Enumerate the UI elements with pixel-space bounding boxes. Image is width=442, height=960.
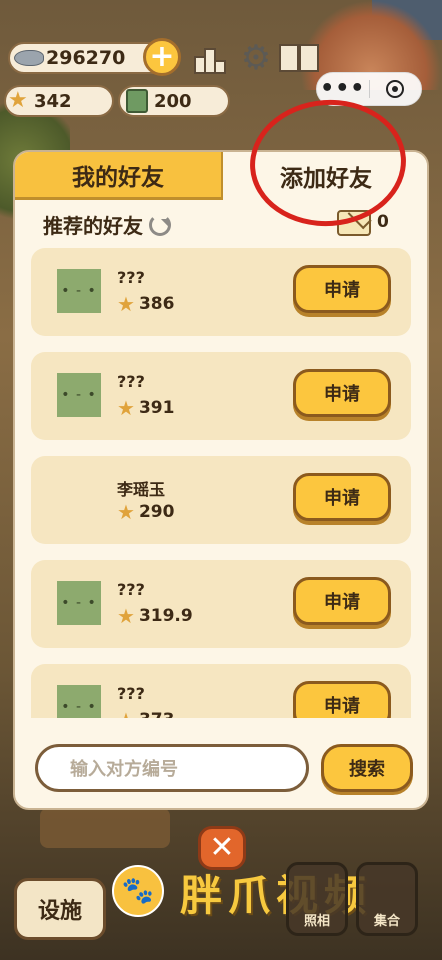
list-item: • - • ??? ★ 386 申请: [31, 248, 411, 336]
list-item: • - • ??? ★ 391 申请: [31, 352, 411, 440]
friend-name: 李瑶玉: [117, 480, 166, 499]
search-button[interactable]: 搜索: [321, 744, 413, 792]
paw-icon: 🐾: [112, 865, 164, 917]
star-icon: ★: [117, 710, 135, 718]
friend-score: ★ 391: [117, 396, 175, 420]
mail-count: 0: [377, 212, 389, 232]
photo-button[interactable]: 照相: [286, 862, 348, 936]
close-icon: ✕: [209, 830, 235, 865]
fish-amount: 296270: [46, 47, 126, 69]
friend-name: ???: [117, 580, 145, 599]
friend-name: ???: [117, 372, 145, 391]
friends-panel: 我的好友 添加好友 推荐的好友 0 • - • ??? ★ 386 申请 • - …: [13, 150, 429, 810]
star-icon: ★: [117, 500, 135, 524]
tab-my-friends[interactable]: 我的好友: [15, 152, 223, 200]
rank-icon[interactable]: [190, 38, 230, 78]
close-miniprogram-button[interactable]: [369, 80, 421, 98]
friend-name: ???: [117, 684, 145, 703]
list-item: 李瑶玉 ★ 290 申请: [31, 456, 411, 544]
more-menu-button[interactable]: •••: [317, 78, 369, 100]
friend-list[interactable]: • - • ??? ★ 386 申请 • - • ??? ★ 391 申请 李瑶玉 …: [15, 248, 427, 718]
gather-button[interactable]: 集合: [356, 862, 418, 936]
ticket-amount: 200: [154, 90, 192, 112]
friend-score: ★ 319.9: [117, 604, 193, 628]
ticket-counter: 200: [118, 85, 230, 117]
recommended-header: 推荐的好友: [43, 210, 171, 239]
target-icon: [386, 80, 405, 98]
avatar: • - •: [57, 581, 101, 625]
avatar: • - •: [57, 269, 101, 313]
add-fish-button[interactable]: +: [143, 38, 181, 76]
recommended-title: 推荐的好友: [43, 214, 143, 238]
refresh-icon[interactable]: [149, 213, 171, 236]
facility-button[interactable]: 设施: [14, 878, 106, 940]
apply-button[interactable]: 申请: [293, 369, 391, 417]
apply-button[interactable]: 申请: [293, 473, 391, 521]
friend-id-input[interactable]: 输入对方编号: [35, 744, 309, 792]
ticket-icon: [126, 89, 148, 113]
star-counter: ★ 342: [4, 85, 114, 117]
book-icon[interactable]: [276, 38, 322, 78]
list-item: • - • ??? ★373 申请: [31, 664, 411, 718]
avatar: • - •: [57, 373, 101, 417]
apply-button[interactable]: 申请: [293, 681, 391, 718]
star-icon: ★: [117, 292, 135, 316]
friend-score: ★373: [117, 710, 174, 718]
background-bench: [40, 808, 170, 848]
apply-button[interactable]: 申请: [293, 265, 391, 313]
gear-icon[interactable]: ⚙: [236, 38, 276, 78]
friend-score: ★ 386: [117, 292, 175, 316]
star-amount: 342: [34, 90, 72, 112]
plus-icon: +: [149, 39, 175, 74]
list-item: • - • ??? ★ 319.9 申请: [31, 560, 411, 648]
star-icon: ★: [8, 88, 28, 113]
star-icon: ★: [117, 396, 135, 420]
avatar: • - •: [57, 685, 101, 718]
friend-score: ★ 290: [117, 500, 175, 524]
apply-button[interactable]: 申请: [293, 577, 391, 625]
friend-name: ???: [117, 268, 145, 287]
star-icon: ★: [117, 604, 135, 628]
fish-icon: [14, 50, 44, 66]
